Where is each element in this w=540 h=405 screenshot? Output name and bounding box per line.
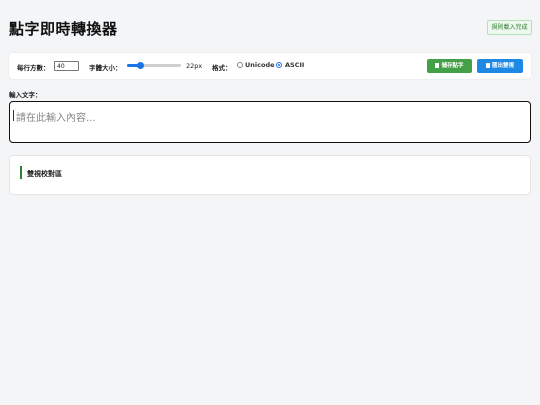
font-size-slider[interactable]	[127, 62, 181, 69]
font-size-value: 22px	[186, 62, 203, 70]
text-caret	[13, 110, 14, 121]
radio-unicode-label[interactable]: Unicode	[245, 61, 275, 69]
document-icon	[485, 63, 490, 68]
toolbar: 每行方數： 40 字體大小： 22px 格式： Unicode ASCII 儲存…	[9, 53, 531, 79]
radio-ascii[interactable]	[276, 62, 282, 68]
app-title: 點字即時轉換器	[9, 20, 118, 38]
status-badge: 規則載入完成	[487, 20, 532, 35]
save-icon	[435, 63, 440, 68]
export-dual-button[interactable]: 匯出雙視	[477, 59, 523, 73]
cols-label: 每行方數：	[17, 64, 50, 72]
save-braille-button[interactable]: 儲存點字	[427, 59, 472, 73]
input-caption: 輸入文字：	[9, 91, 42, 99]
font-size-label: 字體大小：	[89, 64, 122, 72]
format-label: 格式：	[212, 64, 232, 72]
preview-title: 雙視校對區	[27, 170, 62, 178]
radio-ascii-label[interactable]: ASCII	[285, 61, 304, 69]
slider-thumb[interactable]	[137, 62, 144, 69]
preview-card: 雙視校對區	[9, 155, 531, 195]
save-button-label: 儲存點字	[441, 63, 464, 69]
radio-unicode[interactable]	[237, 62, 243, 68]
text-input[interactable]: 請在此輸入內容...	[9, 101, 531, 143]
preview-accent-bar	[20, 166, 22, 179]
export-button-label: 匯出雙視	[491, 63, 514, 69]
cols-input[interactable]: 40	[54, 61, 79, 71]
